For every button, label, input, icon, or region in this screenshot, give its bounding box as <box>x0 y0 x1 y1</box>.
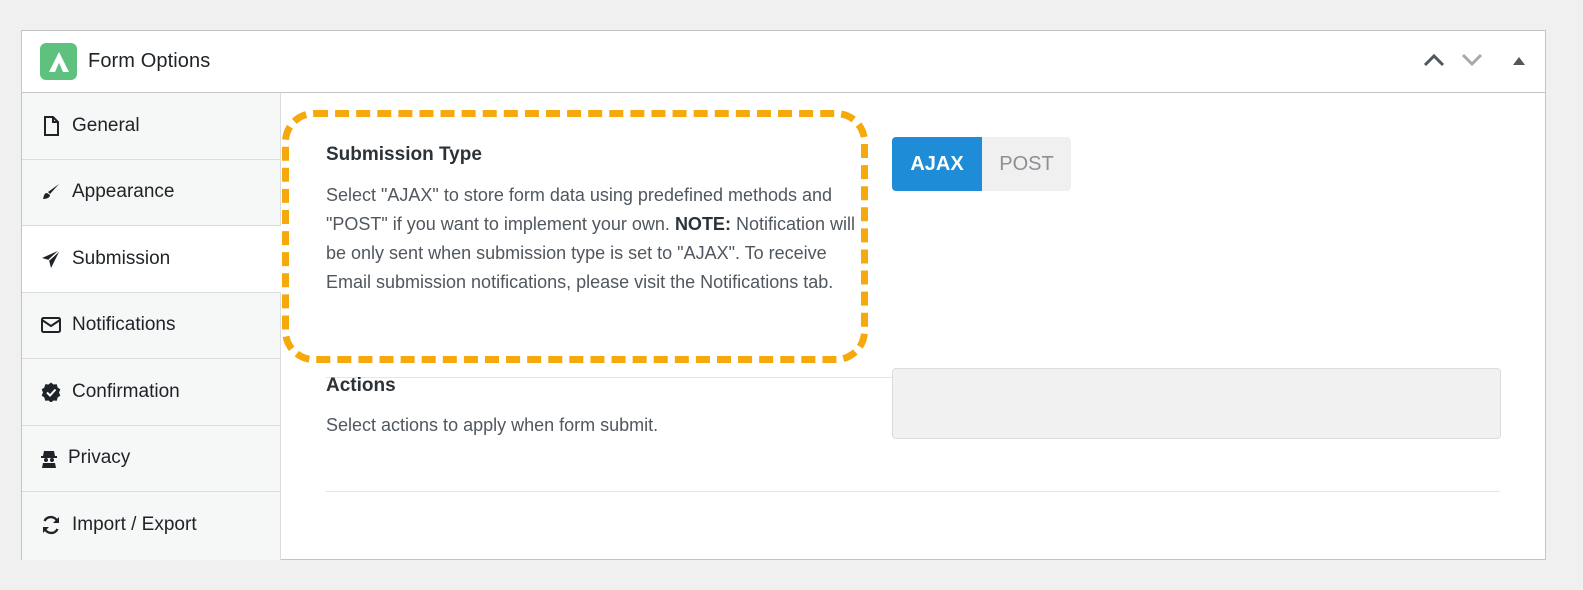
ajax-option-button[interactable]: AJAX <box>892 137 982 191</box>
note-label: NOTE: <box>674 214 731 234</box>
sidebar-item-general[interactable]: General <box>22 93 280 160</box>
panel-header: Form Options <box>22 31 1545 93</box>
submission-type-title: Submission Type <box>326 144 482 165</box>
sidebar-item-label: Notifications <box>72 314 176 336</box>
triangle-up-icon <box>1512 53 1526 71</box>
user-secret-icon <box>40 447 58 469</box>
sidebar-item-privacy[interactable]: Privacy <box>22 426 280 492</box>
move-up-button[interactable] <box>1419 47 1449 77</box>
check-badge-icon <box>40 381 62 403</box>
sidebar-item-confirmation[interactable]: Confirmation <box>22 359 280 426</box>
sidebar-item-label: Confirmation <box>72 380 180 402</box>
sidebar-item-notifications[interactable]: Notifications <box>22 293 280 359</box>
sidebar-item-label: Submission <box>72 247 171 269</box>
sidebar-item-label: Appearance <box>72 181 175 203</box>
paper-plane-icon <box>40 248 62 270</box>
main-content: Submission Type Select "AJAX" to store f… <box>282 93 1545 559</box>
paintbrush-icon <box>40 181 62 203</box>
actions-select[interactable] <box>892 368 1501 439</box>
actions-title: Actions <box>326 375 396 396</box>
chevron-down-icon <box>1461 53 1483 72</box>
sidebar-item-import-export[interactable]: Import / Export <box>22 492 280 559</box>
actions-description: Select actions to apply when form submit… <box>326 415 659 435</box>
file-icon <box>40 115 62 137</box>
submission-type-description: Select "AJAX" to store form data using p… <box>326 185 855 292</box>
envelope-icon <box>40 314 62 336</box>
post-option-button[interactable]: POST <box>982 137 1071 191</box>
panel-title: Form Options <box>88 50 211 72</box>
divider <box>326 491 1500 492</box>
logo-icon <box>40 43 77 80</box>
move-down-button[interactable] <box>1457 47 1487 77</box>
sidebar-item-label: General <box>72 114 140 136</box>
toggle-panel-button[interactable] <box>1504 47 1534 77</box>
sidebar-item-submission[interactable]: Submission <box>22 226 281 293</box>
sidebar-item-label: Import / Export <box>72 514 197 536</box>
sidebar-item-label: Privacy <box>68 447 131 469</box>
refresh-icon <box>40 514 62 536</box>
submission-type-toggle: AJAX POST <box>892 137 1071 191</box>
chevron-up-icon <box>1423 53 1445 72</box>
sidebar: General Appearance Submission Notificati… <box>22 93 281 560</box>
sidebar-item-appearance[interactable]: Appearance <box>22 160 280 226</box>
form-options-panel: Form Options General Appearance Submissi… <box>21 30 1546 560</box>
